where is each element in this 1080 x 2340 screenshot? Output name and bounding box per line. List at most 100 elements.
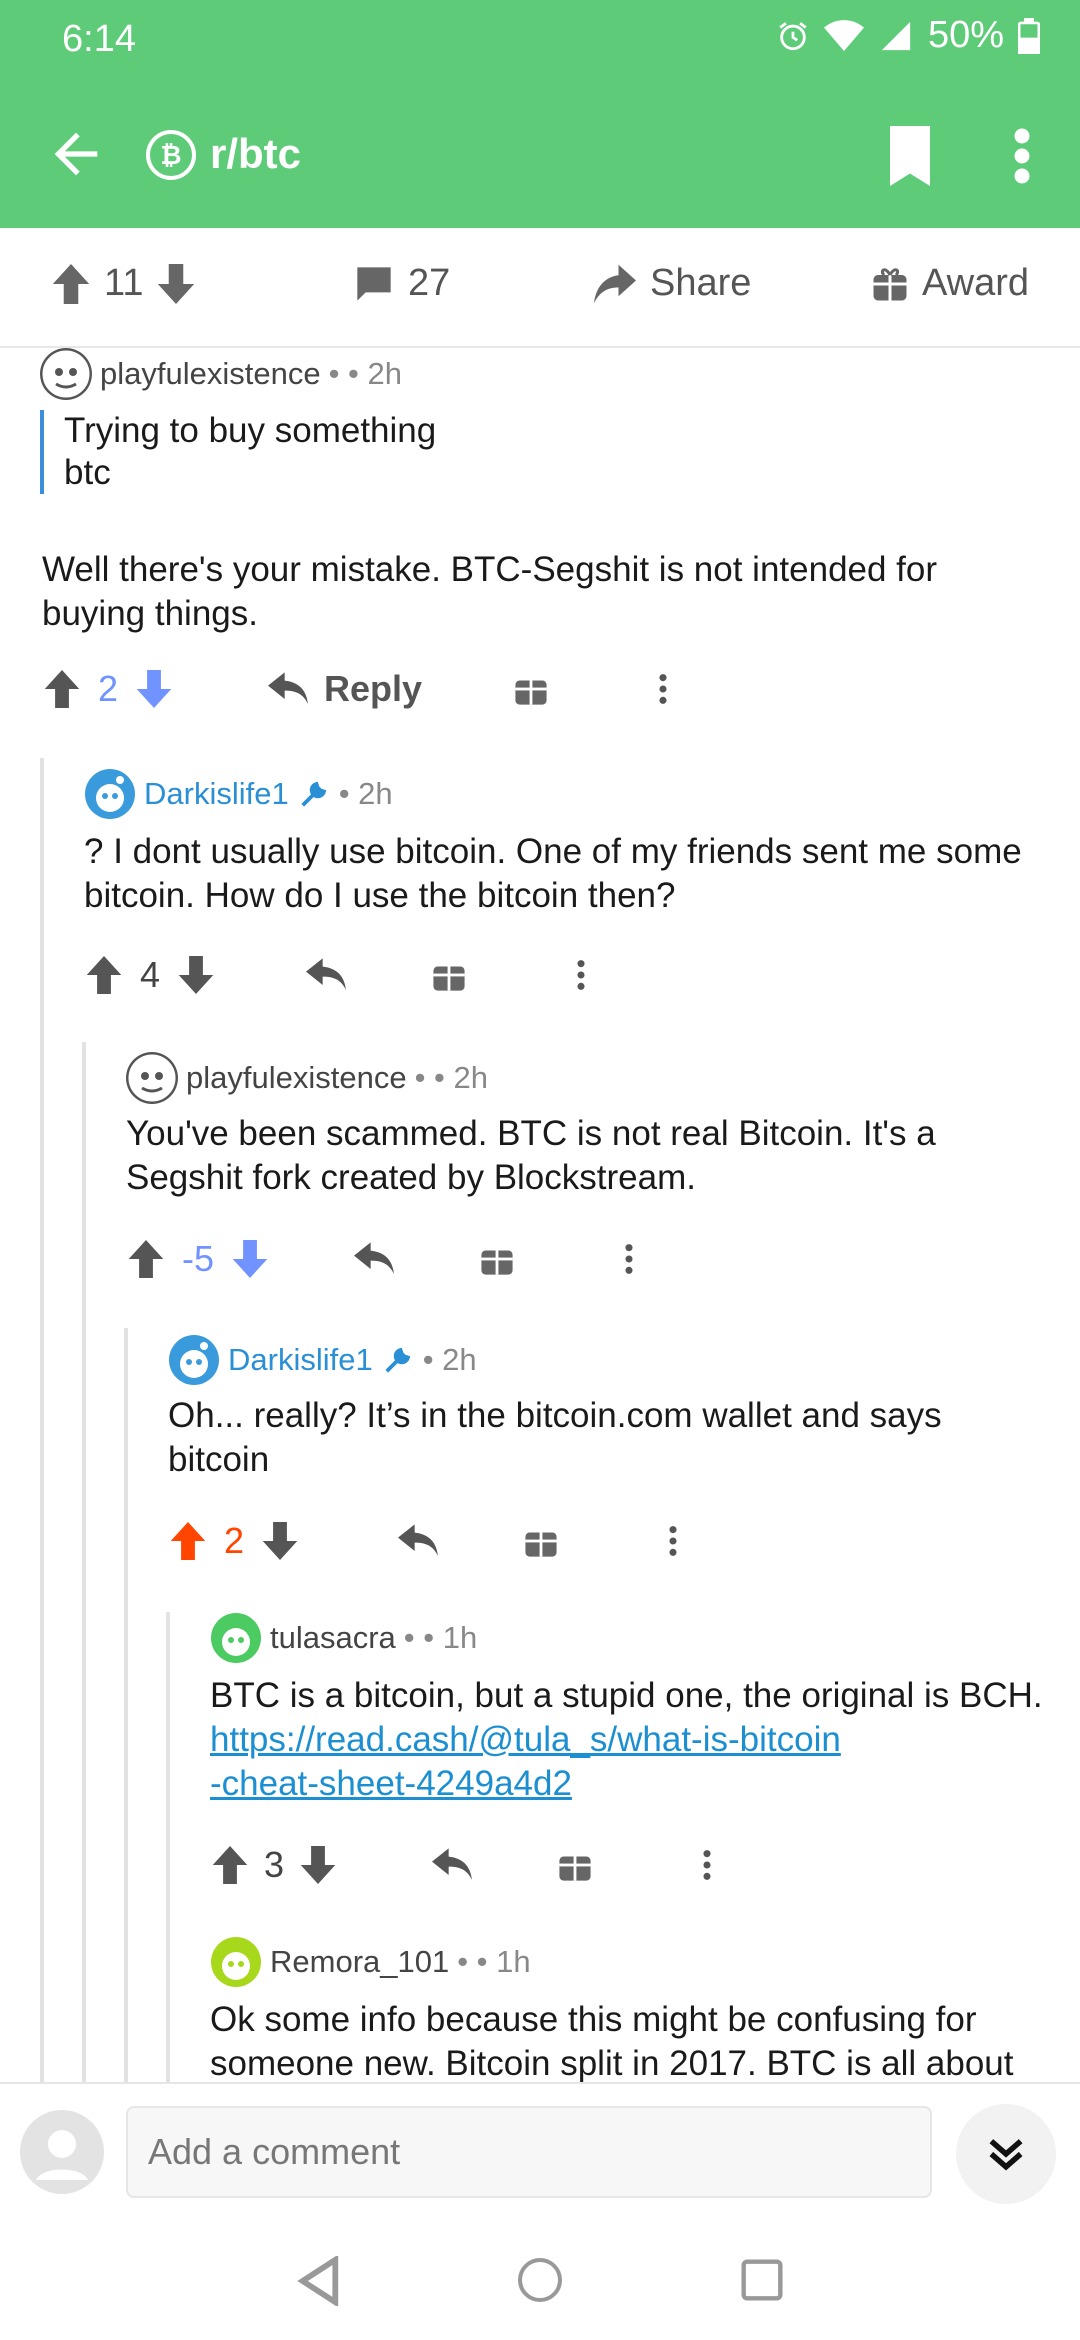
- more-vert-icon[interactable]: [624, 1242, 634, 1276]
- gift-icon[interactable]: [524, 1524, 558, 1558]
- comment-author[interactable]: Remora_101: [270, 1944, 449, 1980]
- comment-header: playfulexistence • • 2h: [126, 1052, 488, 1104]
- gift-icon: [873, 267, 907, 300]
- comment-body: Well there's your mistake. BTC-Segshit i…: [42, 550, 938, 633]
- battery-icon: [1018, 17, 1040, 54]
- status-bar: 6:14 50%: [0, 0, 1080, 80]
- comment-header: playfulexistence • • 2h: [40, 348, 402, 400]
- avatar[interactable]: [84, 768, 136, 820]
- avatar[interactable]: [126, 1052, 178, 1104]
- comment-action-row: 4: [86, 954, 586, 996]
- reply-icon[interactable]: [306, 957, 347, 993]
- comment-score: 4: [140, 954, 161, 995]
- downvote-icon[interactable]: [178, 956, 214, 994]
- comment-score: 2: [224, 1520, 245, 1561]
- reply-icon[interactable]: [354, 1241, 395, 1277]
- upvote-icon[interactable]: [212, 1846, 248, 1884]
- comment-quote: Trying to buy something btc: [40, 410, 664, 494]
- subreddit-name[interactable]: r/btc: [210, 130, 301, 178]
- gift-icon[interactable]: [480, 1242, 514, 1276]
- reply-icon[interactable]: [432, 1847, 473, 1883]
- comment-author[interactable]: tulasacra: [270, 1620, 396, 1656]
- nav-back-icon[interactable]: [296, 2256, 340, 2306]
- award-button[interactable]: Award: [872, 262, 1029, 305]
- more-vert-icon[interactable]: [702, 1848, 712, 1882]
- toolbar: ₿ r/btc: [0, 100, 1080, 210]
- reply-icon[interactable]: [398, 1523, 439, 1559]
- more-vert-icon[interactable]: [576, 958, 586, 992]
- avatar[interactable]: [210, 1936, 262, 1988]
- wrench-icon: [301, 781, 326, 807]
- comment-body: Ok some info because this might be confu…: [210, 2000, 1014, 2082]
- downvote-icon[interactable]: [157, 263, 195, 304]
- comment-score: 2: [98, 668, 119, 709]
- post-comments-button[interactable]: 27: [354, 262, 450, 305]
- share-button[interactable]: Share: [594, 262, 751, 305]
- comment-score: -5: [182, 1238, 215, 1279]
- upvote-icon[interactable]: [52, 263, 90, 304]
- system-nav-bar: [0, 2222, 1080, 2340]
- post-comment-count: 27: [408, 262, 451, 304]
- more-vert-icon[interactable]: [1010, 126, 1034, 186]
- alarm-icon: [779, 21, 807, 50]
- thread-line[interactable]: [82, 1042, 86, 2082]
- thread-line[interactable]: [166, 1612, 170, 2082]
- comment-author[interactable]: playfulexistence: [186, 1060, 407, 1096]
- upvote-icon[interactable]: [128, 1240, 164, 1278]
- upvote-icon[interactable]: [170, 1522, 206, 1560]
- comment-author[interactable]: Darkislife1: [144, 776, 289, 812]
- comment-meta: • • 2h: [414, 1060, 488, 1095]
- downvote-icon[interactable]: [136, 670, 172, 708]
- gift-icon[interactable]: [514, 672, 548, 706]
- comment-body: Oh... really? It’s in the bitcoin.com wa…: [168, 1396, 942, 1479]
- bookmark-icon[interactable]: [884, 126, 936, 186]
- comment-meta: • • 1h: [403, 1620, 478, 1655]
- more-vert-icon[interactable]: [658, 672, 668, 706]
- comment-author[interactable]: playfulexistence: [100, 356, 321, 392]
- post-vote-group: 11: [52, 262, 195, 305]
- comment-icon: [357, 266, 391, 301]
- avatar[interactable]: [168, 1334, 220, 1386]
- comment-body: You've been scammed. BTC is not real Bit…: [126, 1114, 936, 1197]
- gift-icon[interactable]: [432, 958, 466, 992]
- reply-icon[interactable]: [268, 671, 309, 707]
- downvote-icon[interactable]: [300, 1846, 336, 1884]
- award-label: Award: [922, 262, 1030, 304]
- more-vert-icon[interactable]: [668, 1524, 678, 1558]
- comment-meta: • 2h: [338, 776, 393, 811]
- arrow-left-icon[interactable]: [44, 122, 108, 186]
- comment-meta: • • 1h: [457, 1944, 531, 1979]
- comment-link[interactable]: https://read.cash/@tula_s/what-is-bitcoi…: [210, 1720, 841, 1759]
- add-comment-placeholder: Add a comment: [148, 2131, 401, 2172]
- share-label: Share: [650, 262, 752, 304]
- comment-meta: • • 2h: [328, 356, 402, 391]
- comment-body: BTC is a bitcoin, but a stupid one, the …: [210, 1676, 1043, 1803]
- comment-action-row: 2 Reply: [44, 668, 668, 710]
- upvote-icon[interactable]: [86, 956, 122, 994]
- comment-composer: Add a comment: [0, 2082, 1080, 2224]
- downvote-icon[interactable]: [232, 1240, 268, 1278]
- thread-line[interactable]: [40, 758, 44, 2082]
- comment-action-row: 2: [170, 1520, 678, 1562]
- avatar[interactable]: [40, 348, 92, 400]
- upvote-icon[interactable]: [44, 670, 80, 708]
- avatar[interactable]: [210, 1612, 262, 1664]
- nav-recents-icon[interactable]: [740, 2258, 784, 2302]
- comment-header: tulasacra • • 1h: [210, 1612, 477, 1664]
- nav-home-icon[interactable]: [516, 2256, 564, 2304]
- reply-label[interactable]: Reply: [324, 668, 422, 710]
- thread-line[interactable]: [124, 1328, 128, 2082]
- subreddit-icon: ₿: [146, 130, 196, 180]
- comment-header: Darkislife1 • 2h: [168, 1334, 477, 1386]
- downvote-icon[interactable]: [262, 1522, 298, 1560]
- add-comment-input[interactable]: Add a comment: [126, 2106, 932, 2198]
- comment-author[interactable]: Darkislife1: [228, 1342, 373, 1378]
- gift-icon[interactable]: [558, 1848, 592, 1882]
- user-avatar-placeholder: [20, 2110, 104, 2194]
- next-comment-button[interactable]: [956, 2104, 1056, 2204]
- comment-action-row: 3: [212, 1844, 712, 1886]
- wrench-icon: [385, 1347, 410, 1373]
- comment-link[interactable]: -cheat-sheet-4249a4d2: [210, 1764, 572, 1803]
- comment-meta: • 2h: [422, 1342, 477, 1377]
- comment-body: ? I dont usually use bitcoin. One of my …: [84, 832, 1022, 915]
